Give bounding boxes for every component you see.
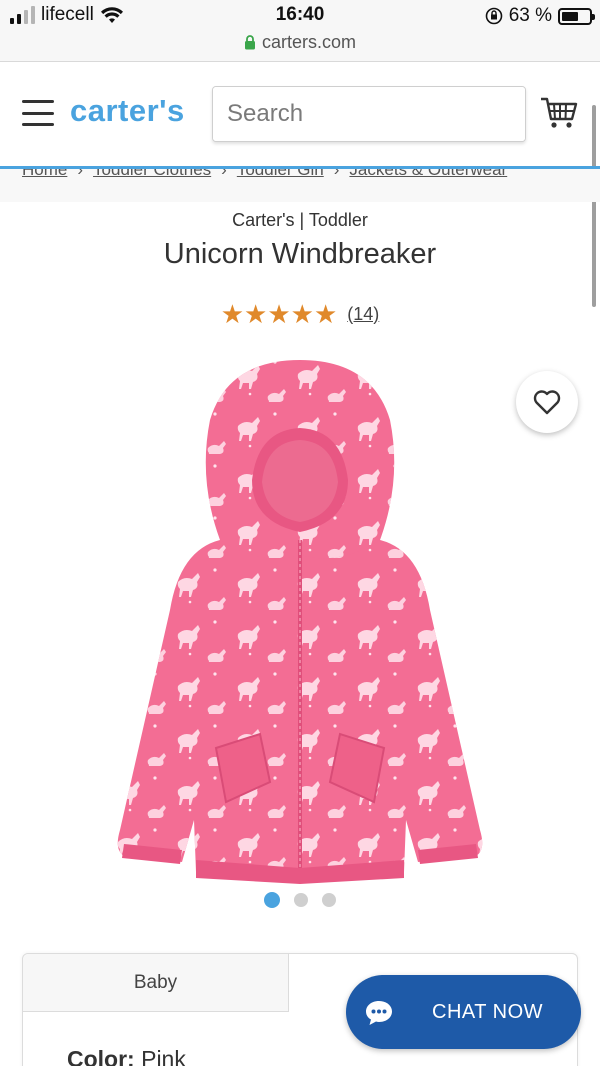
breadcrumb-jackets-outerwear[interactable]: Jackets & Outerwear: [349, 169, 507, 180]
search-input[interactable]: [213, 87, 525, 141]
address-bar[interactable]: carters.com: [0, 32, 600, 53]
url-text: carters.com: [261, 32, 357, 52]
site-logo[interactable]: carter's: [70, 93, 185, 129]
search-box: [212, 86, 526, 142]
breadcrumb-separator-icon: ›: [77, 166, 84, 179]
breadcrumb-separator-icon: ›: [221, 166, 227, 179]
carousel-dot[interactable]: [264, 892, 280, 908]
product-brand-line: Carter's | Toddler: [232, 210, 368, 230]
status-bar: lifecell 16:40 63 % carters.com: [0, 0, 600, 62]
color-value: Pink: [141, 1046, 186, 1066]
scroll-indicator[interactable]: [592, 105, 596, 307]
orientation-lock-icon: [485, 7, 502, 25]
rating-stars: ★★★★★: [220, 299, 338, 329]
site-header: carter's: [0, 62, 600, 168]
review-count-link[interactable]: (14): [347, 304, 379, 325]
product-title: Unicorn Windbreaker: [163, 238, 437, 270]
menu-icon[interactable]: [22, 100, 54, 126]
chat-bubble-icon: [366, 1001, 392, 1025]
cart-icon[interactable]: [540, 96, 578, 130]
battery-level: [562, 11, 579, 21]
carousel-dot[interactable]: [322, 893, 336, 907]
carousel-dot[interactable]: [294, 893, 308, 907]
breadcrumb-separator-icon: ›: [333, 166, 340, 179]
breadcrumb-toddler-girl[interactable]: Toddler Girl: [237, 169, 324, 180]
battery-status: 63 %: [485, 5, 595, 27]
lock-icon: [244, 35, 255, 50]
chat-now-label: CHAT NOW: [432, 1001, 544, 1023]
color-row: Color: Pink: [67, 1046, 186, 1066]
battery-percent: 63 %: [508, 5, 552, 26]
color-label: Color:: [67, 1046, 135, 1066]
breadcrumb: Home › Toddler Clothes › Toddler Girl › …: [0, 166, 600, 202]
battery-icon: [558, 7, 595, 25]
product-image[interactable]: [110, 350, 490, 890]
wishlist-button[interactable]: [516, 371, 578, 433]
heart-icon: [533, 390, 561, 415]
rating-row[interactable]: ★★★★★ (14): [0, 301, 600, 327]
breadcrumb-home[interactable]: Home: [22, 169, 67, 180]
breadcrumb-trail: Home › Toddler Clothes › Toddler Girl › …: [22, 166, 507, 180]
breadcrumb-toddler-clothes[interactable]: Toddler Clothes: [93, 169, 211, 180]
carousel-dots: [0, 892, 600, 908]
tab-baby[interactable]: Baby: [23, 954, 289, 1012]
chat-now-button[interactable]: CHAT NOW: [346, 975, 581, 1049]
